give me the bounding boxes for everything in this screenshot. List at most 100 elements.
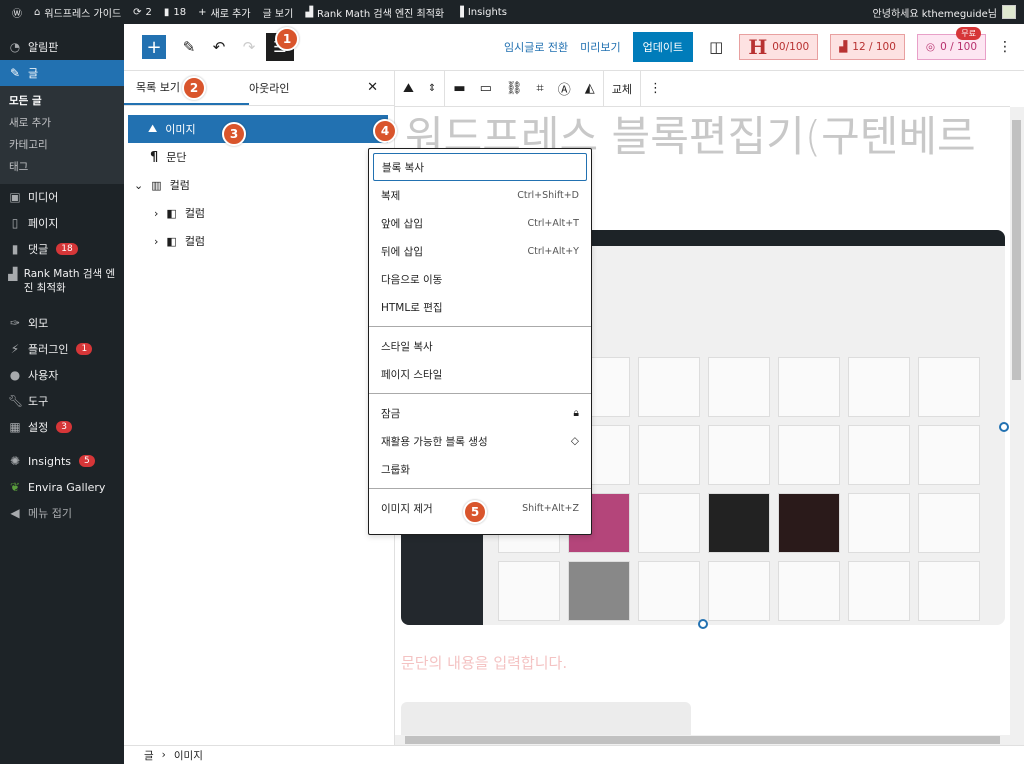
submenu-all-posts[interactable]: 모든 글 (0, 90, 124, 112)
submenu-categories[interactable]: 카테고리 (0, 134, 124, 156)
paragraph-placeholder[interactable]: 문단의 내용을 입력합니다. (401, 652, 567, 673)
more-vertical-icon: ⋮ (998, 39, 1012, 55)
breadcrumb-post[interactable]: 글 (144, 748, 154, 763)
resize-handle-bottom[interactable] (698, 619, 708, 629)
sidebar-item-insights[interactable]: ✺ Insights 5 (0, 448, 124, 474)
chevron-right-icon[interactable]: › (154, 207, 158, 220)
plugin-icon: ⚡ (10, 342, 20, 356)
insights-link[interactable]: ▐ Insights (456, 7, 507, 18)
sidebar-item-pages[interactable]: ▯ 페이지 (0, 210, 124, 236)
menu-item-paste-styles[interactable]: 페이지 스타일 (373, 360, 587, 388)
chevron-down-icon[interactable]: ⌄ (134, 179, 143, 192)
sidebar-item-appearance[interactable]: ✑ 외모 (0, 310, 124, 336)
update-button[interactable]: 업데이트 (632, 32, 694, 62)
block-breadcrumb: 글 › 이미지 (124, 745, 1024, 764)
sidebar-item-users[interactable]: ● 사용자 (0, 362, 124, 388)
submenu-add-new[interactable]: 새로 추가 (0, 112, 124, 134)
list-view-panel: 목록 보기 아웃라인 ✕ ⛰ 이미지 ¶ 문단 ⌄ ▥ 컬럼 › ◧ 컬럼 › ◧ 컬럼 (124, 71, 395, 745)
chevron-right-icon: › (161, 749, 166, 761)
headline-score-button[interactable]: H 00/100 (739, 34, 819, 60)
redo-button[interactable]: ↷ (236, 34, 262, 60)
list-item-column[interactable]: › ◧ 컬럼 (124, 227, 394, 255)
sidebar-item-dashboard[interactable]: ◔ 알림판 (0, 34, 124, 60)
block-inserter-button[interactable]: + (142, 35, 166, 59)
replace-button[interactable]: 교체 (604, 70, 642, 107)
submenu-tags[interactable]: 태그 (0, 156, 124, 178)
menu-item-insert-before[interactable]: 앞에 삽입 Ctrl+Alt+T (373, 209, 587, 237)
menu-divider (369, 326, 591, 327)
wordpress-logo-icon[interactable]: Ⓦ (12, 5, 22, 20)
more-vertical-icon: ⋮ (649, 81, 663, 96)
comments-link[interactable]: ▮ 18 (164, 7, 186, 18)
sidebar-item-comments[interactable]: ▮ 댓글 18 (0, 236, 124, 262)
list-item-paragraph[interactable]: ¶ 문단 (124, 143, 394, 171)
horizontal-scrollbar-thumb[interactable] (405, 736, 1000, 744)
align-icon[interactable]: ▬ (453, 81, 465, 96)
caption-icon[interactable]: ▭ (480, 81, 492, 96)
preview-button[interactable]: 미리보기 (580, 39, 620, 55)
block-type-button[interactable]: ⛰ ⇕ (395, 70, 446, 107)
menu-item-insert-after[interactable]: 뒤에 삽입 Ctrl+Alt+Y (373, 237, 587, 265)
collapse-icon: ◀ (10, 506, 20, 520)
block-options-button[interactable]: ⋮ (641, 71, 670, 107)
tools-button[interactable]: ✎ (176, 34, 202, 60)
close-icon[interactable]: ✕ (367, 80, 378, 95)
annotation-marker: 1 (275, 27, 299, 51)
annotation-marker: 5 (463, 500, 487, 524)
updates-link[interactable]: ⟳ 2 (133, 7, 152, 18)
sidebar-item-plugins[interactable]: ⚡ 플러그인 1 (0, 336, 124, 362)
list-item-image[interactable]: ⛰ 이미지 (128, 115, 388, 143)
resize-handle-right[interactable] (999, 422, 1009, 432)
menu-item-copy-block[interactable]: 블록 복사 (373, 153, 587, 181)
menu-item-lock[interactable]: 잠금 🔒︎ (373, 399, 587, 427)
crop-icon[interactable]: ⌗ (536, 81, 543, 96)
annotation-marker: 4 (373, 119, 397, 143)
undo-icon: ↶ (212, 38, 226, 56)
chevron-right-icon[interactable]: › (154, 235, 158, 248)
sidebar-item-settings[interactable]: ▦ 설정 3 (0, 414, 124, 440)
sidebar-item-tools[interactable]: 🔧︎ 도구 (0, 388, 124, 414)
menu-item-move-to[interactable]: 다음으로 이동 (373, 265, 587, 293)
wrench-icon: 🔧︎ (8, 394, 24, 408)
sidebar-item-rankmath[interactable]: ▟ Rank Math 검색 엔진 최적화 (0, 262, 124, 302)
dashboard-icon: ◔ (9, 40, 21, 54)
account-menu[interactable]: 안녕하세요 kthemeguide님 (873, 5, 1016, 20)
breadcrumb-image[interactable]: 이미지 (174, 748, 203, 763)
sidebar-item-media[interactable]: ▣ 미디어 (0, 184, 124, 210)
switch-to-draft-button[interactable]: 임시글로 전환 (504, 39, 568, 55)
sidebar-icon: ◫ (709, 38, 724, 56)
user-icon: ● (9, 368, 21, 382)
menu-item-copy-styles[interactable]: 스타일 복사 (373, 332, 587, 360)
columns-icon: ▥ (151, 178, 162, 192)
insights-icon: ✺ (9, 454, 21, 468)
admin-sidebar: ◔ 알림판 ✎ 글 모든 글 새로 추가 카테고리 태그 ▣ 미디어 ▯ 페이지 ▮ 댓글… (0, 24, 124, 764)
rankmath-score-button[interactable]: ▟ 12 / 100 (830, 34, 905, 60)
menu-item-group[interactable]: 그룹화 (373, 455, 587, 483)
sidebar-item-envira[interactable]: ❦ Envira Gallery (0, 474, 124, 500)
move-up-down-icon[interactable]: ⇕ (428, 83, 436, 94)
home-icon: ⌂ (34, 6, 41, 18)
duotone-icon[interactable]: ◭ (585, 81, 595, 96)
new-content-link[interactable]: + 새로 추가 (198, 5, 250, 20)
list-item-columns[interactable]: ⌄ ▥ 컬럼 (124, 171, 394, 199)
rankmath-link[interactable]: ▟ Rank Math 검색 엔진 최적화 (305, 5, 444, 20)
text-overlay-icon[interactable]: Ⓐ (558, 79, 571, 98)
sidebar-item-posts[interactable]: ✎ 글 (0, 60, 124, 86)
menu-item-create-reusable[interactable]: 재활용 가능한 블록 생성 ◇ (373, 427, 587, 455)
menu-item-duplicate[interactable]: 복제 Ctrl+Shift+D (373, 181, 587, 209)
collapse-menu-button[interactable]: ◀ 메뉴 접기 (0, 500, 124, 526)
seo-score-button[interactable]: ◎ 0 / 100 무료 (916, 27, 986, 60)
view-post-link[interactable]: 글 보기 (263, 5, 294, 20)
tab-outline[interactable]: 아웃라인 (249, 71, 374, 105)
paragraph-icon: ¶ (150, 149, 159, 165)
vertical-scrollbar-thumb[interactable] (1012, 120, 1021, 380)
brush-icon: ✑ (9, 316, 21, 330)
site-link[interactable]: ⌂ 워드프레스 가이드 (34, 5, 121, 20)
bar-chart-icon: ▐ (456, 6, 464, 18)
undo-button[interactable]: ↶ (206, 34, 232, 60)
settings-panel-toggle[interactable]: ◫ (709, 38, 723, 56)
options-button[interactable]: ⋮ (998, 39, 1012, 55)
link-icon[interactable]: ⛓ (506, 81, 523, 96)
menu-item-edit-html[interactable]: HTML로 편집 (373, 293, 587, 321)
list-item-column[interactable]: › ◧ 컬럼 (124, 199, 394, 227)
